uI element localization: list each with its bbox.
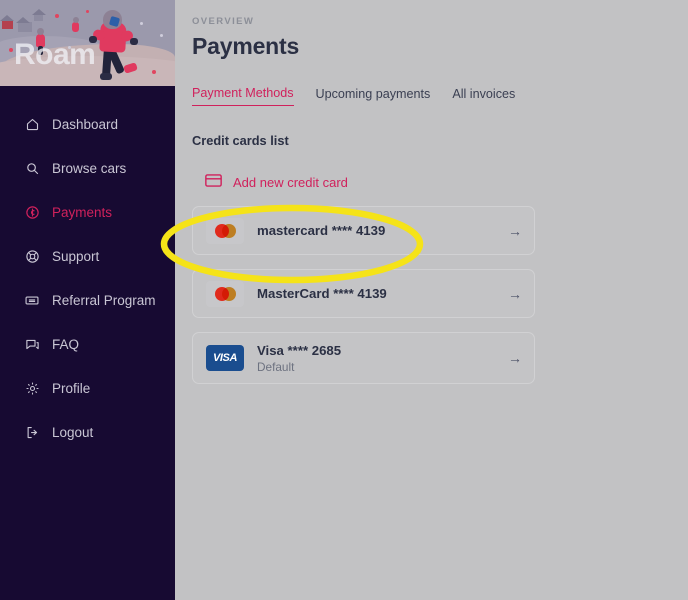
sidebar-item-label: Dashboard	[52, 116, 119, 132]
sidebar-item-logout[interactable]: Logout	[24, 420, 175, 444]
sidebar-item-profile[interactable]: Profile	[24, 376, 175, 400]
sidebar-item-dashboard[interactable]: Dashboard	[24, 112, 175, 136]
sidebar-hero-illustration: Roam	[0, 0, 175, 86]
breadcrumb: OVERVIEW	[192, 16, 255, 27]
dollar-circle-icon	[24, 204, 40, 220]
hero-walker-boot-left	[100, 73, 112, 80]
card-default-badge: Default	[257, 359, 295, 374]
hero-person-small-head	[37, 28, 44, 35]
hero-snow-dot	[140, 22, 143, 25]
mastercard-logo-orange-circle	[222, 223, 236, 238]
hero-house	[0, 15, 14, 29]
gear-icon	[24, 380, 40, 396]
section-title: Credit cards list	[192, 133, 289, 148]
brand-logo: Roam	[14, 38, 96, 71]
sidebar-item-label: Referral Program	[52, 292, 156, 308]
sidebar-item-payments[interactable]: Payments	[24, 200, 175, 224]
logout-icon	[24, 424, 40, 440]
mastercard-logo	[206, 280, 244, 307]
add-new-credit-card-label: Add new credit card	[233, 174, 348, 190]
sidebar-item-browse-cars[interactable]: Browse cars	[24, 156, 175, 180]
credit-card-icon	[205, 174, 222, 190]
hero-person-distant-head	[73, 17, 79, 23]
card-title: mastercard **** 4139	[257, 223, 386, 238]
sidebar-item-label: Payments	[52, 204, 113, 220]
page-title: Payments	[192, 33, 300, 59]
card-text-block: Visa **** 2685 Default	[257, 343, 508, 374]
visa-logo-text: VISA	[212, 352, 238, 364]
tab-payment-methods[interactable]: Payment Methods	[192, 86, 294, 106]
card-title: MasterCard **** 4139	[257, 286, 387, 301]
card-text-block: mastercard **** 4139	[257, 223, 508, 238]
hero-house	[32, 9, 46, 21]
main-content: OVERVIEW Payments Payment Methods Upcomi…	[175, 0, 688, 600]
visa-logo: VISA	[206, 345, 244, 371]
arrow-right-icon[interactable]: →	[508, 224, 522, 238]
hero-snow-dot	[9, 48, 13, 52]
mastercard-logo	[206, 217, 244, 244]
sidebar-item-support[interactable]: Support	[24, 244, 175, 268]
card-row-mastercard-4139[interactable]: MasterCard **** 4139 →	[192, 269, 535, 318]
tab-all-invoices[interactable]: All invoices	[452, 87, 515, 106]
tab-upcoming-payments[interactable]: Upcoming payments	[316, 87, 431, 106]
sidebar-item-label: Browse cars	[52, 160, 127, 176]
search-icon	[24, 160, 40, 176]
sidebar-item-referral-program[interactable]: Referral Program	[24, 288, 175, 312]
arrow-right-icon[interactable]: →	[508, 287, 522, 301]
ticket-icon	[24, 292, 40, 308]
home-icon	[24, 116, 40, 132]
card-row-visa-2685[interactable]: VISA Visa **** 2685 Default →	[192, 332, 535, 384]
hero-walker-mitten-right	[130, 38, 138, 45]
card-title: Visa **** 2685	[257, 342, 342, 358]
hero-snow-dot	[152, 70, 156, 74]
add-new-credit-card-button[interactable]: Add new credit card	[205, 174, 688, 190]
card-text-block: MasterCard **** 4139	[257, 286, 508, 301]
hero-snow-dot	[86, 10, 89, 13]
hero-snow-dot	[160, 34, 163, 37]
hero-person-distant	[72, 22, 79, 32]
sidebar-item-faq[interactable]: FAQ	[24, 332, 175, 356]
credit-cards-list: mastercard **** 4139 → MasterCard **** 4…	[192, 206, 688, 384]
card-row-mastercard-4139-lowercase[interactable]: mastercard **** 4139 →	[192, 206, 535, 255]
sidebar-item-label: Logout	[52, 424, 94, 440]
hero-snow-dot	[55, 14, 59, 18]
app-window: Roam Dashboard Browse cars Payments Supp…	[0, 0, 688, 600]
arrow-right-icon[interactable]: →	[508, 351, 522, 365]
sidebar-item-label: Profile	[52, 380, 91, 396]
chat-icon	[24, 336, 40, 352]
tab-bar: Payment Methods Upcoming payments All in…	[192, 86, 688, 106]
sidebar: Roam Dashboard Browse cars Payments Supp…	[0, 0, 175, 600]
lifebuoy-icon	[24, 248, 40, 264]
mastercard-logo-orange-circle	[222, 286, 236, 301]
sidebar-item-label: Support	[52, 248, 100, 264]
hero-house	[16, 17, 32, 32]
sidebar-item-label: FAQ	[52, 336, 80, 352]
sidebar-nav: Dashboard Browse cars Payments Support R…	[0, 86, 175, 444]
